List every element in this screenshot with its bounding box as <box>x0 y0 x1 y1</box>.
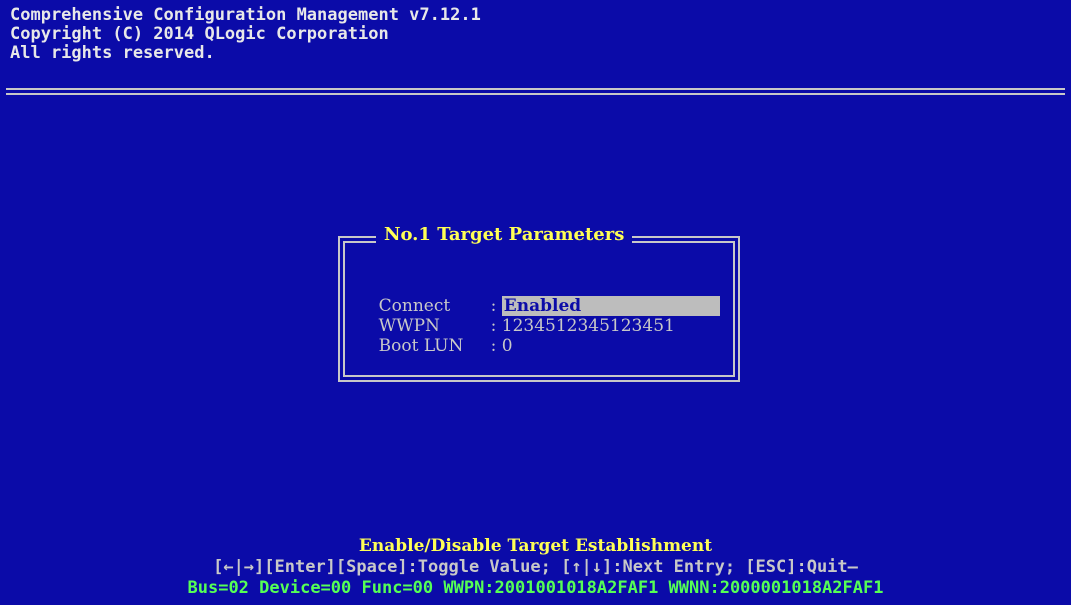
boot-lun-row[interactable]: Boot LUN: 0 <box>357 316 513 356</box>
copyright-text: Copyright (C) 2014 QLogic Corporation <box>10 24 389 44</box>
target-parameters-dialog: No.1 Target Parameters Connect: Enabled … <box>338 224 740 382</box>
boot-lun-separator: : <box>490 336 497 356</box>
boot-lun-label: Boot LUN <box>378 336 464 356</box>
wwpn-row[interactable]: WWPN: 1234512345123451 <box>357 296 675 336</box>
key-hints: [←|→][Enter][Space]:Toggle Value; [↑|↓]:… <box>213 557 858 577</box>
app-header: Comprehensive Configuration Management v… <box>10 6 481 63</box>
device-status-bar: Bus=02 Device=00 Func=00 WWPN:2001001018… <box>187 578 884 598</box>
rights-text: All rights reserved. <box>10 43 215 63</box>
connect-row[interactable]: Connect: Enabled <box>357 276 720 316</box>
boot-lun-value[interactable]: 0 <box>502 336 513 356</box>
wwpn-value[interactable]: 1234512345123451 <box>502 316 675 336</box>
header-separator <box>6 88 1065 95</box>
help-title: Enable/Disable Target Establishment <box>358 536 713 556</box>
dialog-title: No.1 Target Parameters <box>376 224 633 246</box>
app-title: Comprehensive Configuration Management v… <box>10 5 481 25</box>
